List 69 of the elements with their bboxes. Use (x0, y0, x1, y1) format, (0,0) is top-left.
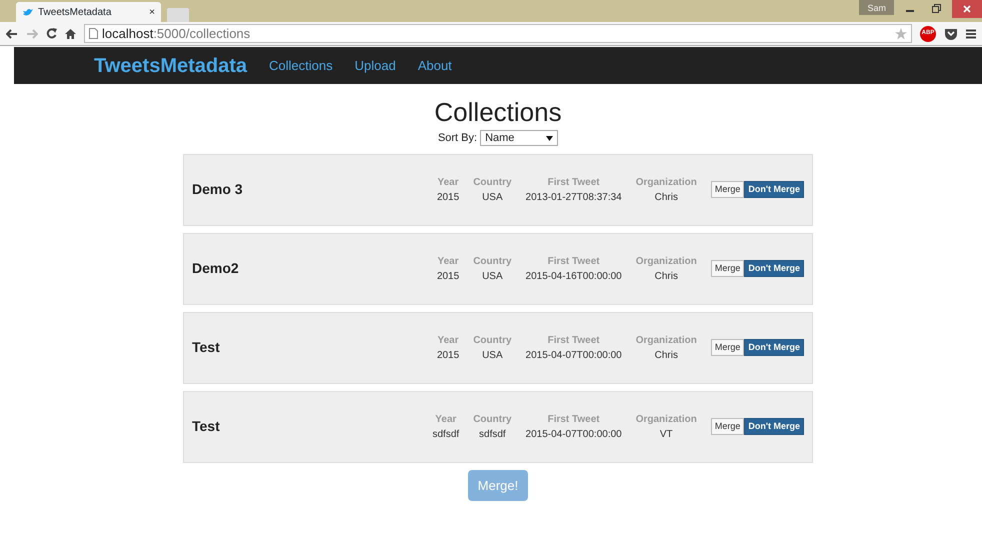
dont-merge-toggle[interactable]: Don't Merge (744, 260, 804, 278)
sort-select[interactable]: Name (480, 130, 558, 146)
merge-toggle[interactable]: Merge (710, 260, 744, 278)
field-value: Chris (654, 270, 679, 284)
star-icon[interactable] (895, 28, 907, 40)
field-value: USA (481, 348, 504, 363)
collection-name: Demo2 (192, 259, 239, 278)
sort-label: Sort By: (438, 131, 478, 146)
close-window-button[interactable] (952, 0, 982, 18)
dont-merge-toggle[interactable]: Don't Merge (744, 339, 804, 356)
user-label: Sam (859, 0, 894, 15)
field-value: Chris (654, 348, 679, 363)
field-label: Country (473, 176, 512, 190)
field-label: First Tweet (546, 334, 601, 348)
dont-merge-toggle[interactable]: Don't Merge (744, 181, 804, 198)
page-icon (89, 28, 98, 39)
close-tab-button[interactable]: × (149, 4, 155, 20)
caret-icon (546, 136, 554, 141)
field-label: First Tweet (546, 254, 601, 269)
field-value: 2015-04-07T00:00:00 (526, 348, 622, 363)
field-value: 2015 (436, 348, 460, 363)
field-value: USA (481, 190, 504, 205)
merge-toggle[interactable]: Merge (710, 339, 744, 356)
brand-link[interactable]: TweetsMetadata (94, 50, 248, 80)
field-value: 2013-01-27T08:37:34 (526, 190, 622, 205)
back-icon[interactable] (6, 28, 18, 38)
menu-icon[interactable] (966, 28, 976, 38)
nav-link[interactable]: About (418, 56, 452, 76)
collection-name: Test (192, 338, 220, 358)
field-label: Country (473, 254, 512, 269)
field-label: Organization (636, 412, 697, 427)
nav-link[interactable]: Upload (354, 56, 396, 76)
field-value: 2015 (436, 270, 460, 284)
reload-icon[interactable] (46, 28, 57, 39)
address-bar[interactable]: localhost:5000/collections (84, 24, 912, 43)
collection-name: Test (192, 417, 220, 436)
page-title: Collections (434, 97, 562, 128)
field-value: sdfsdf (478, 428, 507, 442)
restore-icon (932, 4, 940, 12)
nav-link[interactable]: Collections (269, 56, 333, 76)
field-label: Country (473, 412, 512, 427)
field-value: USA (481, 270, 504, 284)
field-label: Organization (636, 334, 697, 348)
collection-name: Demo 3 (192, 180, 243, 200)
field-value: 2015 (436, 190, 460, 205)
home-icon[interactable] (65, 28, 76, 38)
merge-toggle[interactable]: Merge (710, 418, 744, 436)
field-label: Year (436, 254, 460, 269)
field-value: 2015-04-07T00:00:00 (526, 428, 622, 442)
field-label: Organization (636, 176, 697, 190)
field-label: Year (436, 176, 460, 190)
field-label: Year (436, 334, 460, 348)
field-value: VT (658, 428, 674, 442)
field-label: Organization (636, 254, 697, 269)
pocket-icon[interactable] (944, 28, 958, 40)
field-label: First Tweet (546, 176, 601, 190)
field-label: Year (434, 412, 458, 427)
bird-icon (22, 8, 33, 16)
merge-toggle[interactable]: Merge (710, 181, 744, 198)
field-value: Chris (654, 190, 679, 205)
field-label: Country (473, 334, 512, 348)
close-icon (963, 5, 971, 13)
address-text: localhost:5000/collections (102, 24, 250, 43)
tab-title: TweetsMetadata (38, 6, 112, 20)
dont-merge-toggle[interactable]: Don't Merge (744, 418, 804, 436)
field-label: First Tweet (546, 412, 601, 427)
field-value: sdfsdf (432, 428, 460, 442)
field-value: 2015-04-16T00:00:00 (526, 270, 622, 284)
browser-tab[interactable]: TweetsMetadata × (16, 2, 161, 22)
